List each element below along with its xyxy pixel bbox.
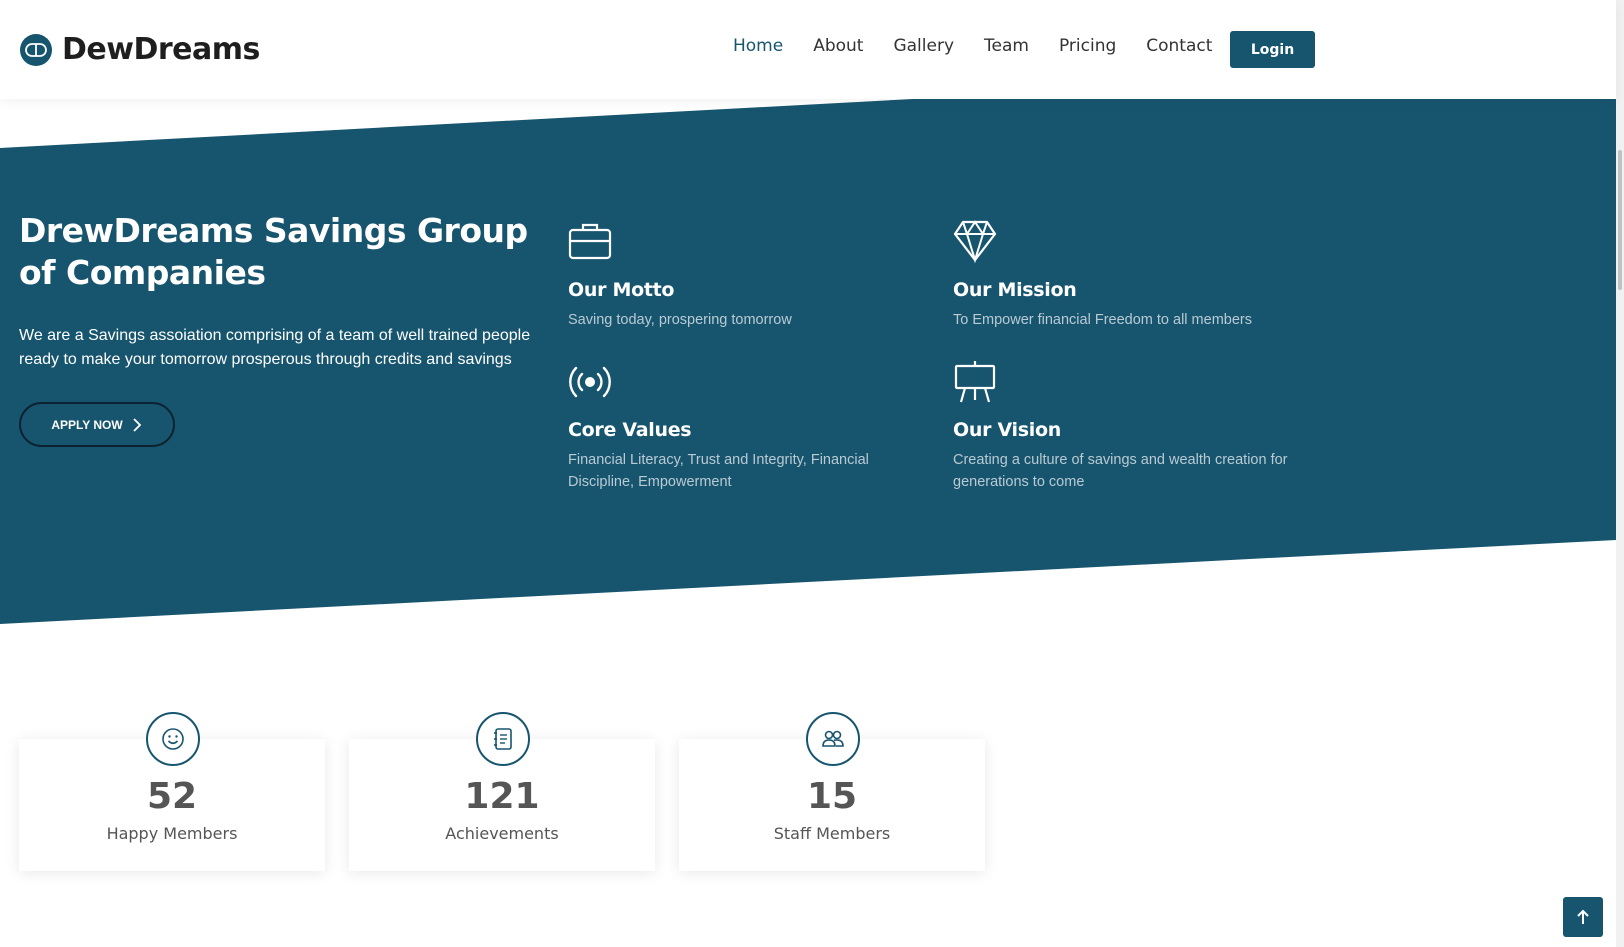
feature-title: Core Values <box>568 419 692 441</box>
feature-title: Our Mission <box>953 279 1077 301</box>
nav-pricing[interactable]: Pricing <box>1059 36 1116 56</box>
chevron-right-icon <box>133 417 141 432</box>
feature-title: Our Vision <box>953 419 1061 441</box>
stat-label: Achievements <box>445 824 559 843</box>
stat-icon-circle <box>146 712 200 766</box>
feature-motto: Our Motto Saving today, prospering tomor… <box>568 220 908 331</box>
easel-icon <box>954 361 996 403</box>
people-icon <box>822 730 844 747</box>
apply-now-button[interactable]: APPLY NOW <box>19 402 175 447</box>
main-nav: Home About Gallery Team Pricing Contact <box>733 36 1212 56</box>
briefcase-icon <box>568 223 612 260</box>
stat-icon-circle <box>476 712 530 766</box>
smiley-icon <box>162 728 184 750</box>
stat-label: Staff Members <box>773 824 891 843</box>
nav-about[interactable]: About <box>813 36 863 56</box>
feature-text: To Empower financial Freedom to all memb… <box>953 312 1252 328</box>
broadcast-icon <box>569 366 611 398</box>
stat-icon-circle <box>806 712 860 766</box>
page-scrollbar[interactable] <box>1616 0 1624 947</box>
apply-now-label: APPLY NOW <box>51 417 123 432</box>
logo-icon <box>20 33 52 66</box>
feature-mission: Our Mission To Empower financial Freedom… <box>953 220 1333 331</box>
site-header: DewDreams Home About Gallery Team Pricin… <box>0 0 1616 99</box>
arrow-up-icon <box>1577 909 1589 924</box>
stat-value: 121 <box>464 776 540 817</box>
nav-home[interactable]: Home <box>733 36 783 56</box>
scroll-to-top-button[interactable] <box>1563 897 1603 937</box>
stat-card-achievements: 121 Achievements <box>349 712 655 871</box>
brand-name: DewDreams <box>62 32 260 67</box>
feature-text: Financial Literacy, Trust and Integrity,… <box>568 452 869 490</box>
feature-vision: Our Vision Creating a culture of savings… <box>953 360 1313 493</box>
stat-label: Happy Members <box>106 824 238 843</box>
hero-title: DrewDreams Savings Group of Companies <box>19 211 528 292</box>
diamond-icon <box>953 220 997 264</box>
hero-description: We are a Savings assoiation comprising o… <box>19 327 531 368</box>
journal-icon <box>494 728 512 750</box>
feature-core-values: Core Values Financial Literacy, Trust an… <box>568 360 908 493</box>
brand-logo[interactable]: DewDreams <box>20 32 260 67</box>
feature-text: Creating a culture of savings and wealth… <box>953 452 1288 490</box>
scrollbar-thumb[interactable] <box>1618 150 1622 290</box>
nav-contact[interactable]: Contact <box>1146 36 1212 56</box>
feature-text: Saving today, prospering tomorrow <box>568 312 792 328</box>
login-button[interactable]: Login <box>1230 31 1315 68</box>
feature-title: Our Motto <box>568 279 675 301</box>
stat-card-staff-members: 15 Staff Members <box>679 712 985 871</box>
stat-value: 52 <box>146 776 198 817</box>
stat-value: 15 <box>806 776 858 817</box>
nav-gallery[interactable]: Gallery <box>893 36 954 56</box>
stat-card-happy-members: 52 Happy Members <box>19 712 325 871</box>
nav-team[interactable]: Team <box>984 36 1029 56</box>
